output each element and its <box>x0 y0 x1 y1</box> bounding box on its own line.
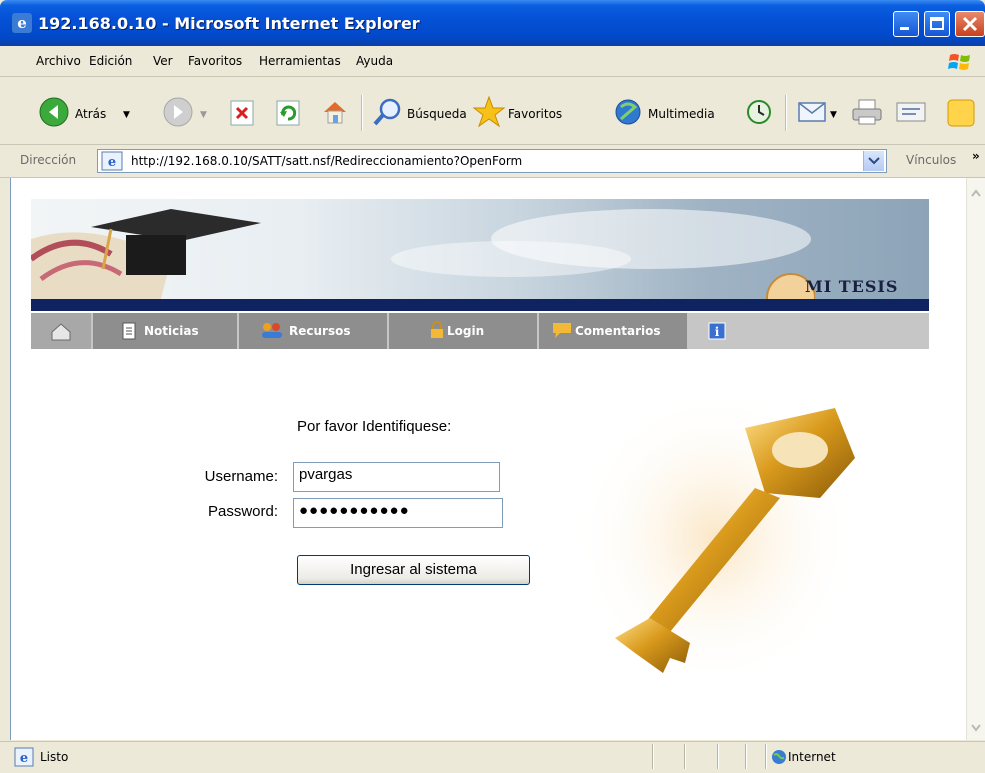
back-arrow-icon[interactable] <box>38 96 70 128</box>
maximize-icon <box>930 17 944 30</box>
address-dropdown-button[interactable] <box>863 151 884 171</box>
banner-divider <box>31 299 929 311</box>
info-icon[interactable]: i <box>708 322 726 340</box>
status-separator <box>745 744 747 769</box>
back-button-label[interactable]: Atrás <box>75 107 106 121</box>
media-button-label[interactable]: Multimedia <box>648 107 715 121</box>
svg-text:e: e <box>108 155 116 170</box>
search-icon[interactable] <box>372 97 404 127</box>
forward-dropdown-icon[interactable]: ▼ <box>200 110 207 120</box>
brand-name: Mi Tesis <box>805 277 899 296</box>
page-status-icon: e <box>14 747 34 767</box>
menu-herramientas[interactable]: Herramientas <box>259 54 341 68</box>
svg-text:i: i <box>715 325 720 339</box>
home-icon[interactable] <box>320 97 350 127</box>
links-chevron-icon[interactable]: » <box>972 149 980 163</box>
login-prompt: Por favor Identifiquese: <box>297 418 452 435</box>
window-title: 192.168.0.10 - Microsoft Internet Explor… <box>38 14 420 33</box>
minimize-button[interactable] <box>893 11 919 37</box>
links-label[interactable]: Vínculos <box>906 153 956 167</box>
maximize-button[interactable] <box>924 11 950 37</box>
status-separator <box>765 744 767 769</box>
search-button-label[interactable]: Búsqueda <box>407 107 467 121</box>
password-field[interactable]: ●●●●●●●●●●● <box>293 498 503 528</box>
minimize-icon <box>900 27 909 30</box>
status-bar <box>0 741 985 773</box>
chevron-down-icon <box>868 157 880 165</box>
security-zone: Internet <box>788 750 836 764</box>
close-button[interactable] <box>955 11 985 37</box>
menu-ayuda[interactable]: Ayuda <box>356 54 393 68</box>
nav-recursos-label[interactable]: Recursos <box>289 324 350 338</box>
menu-bar <box>0 46 985 77</box>
toolbar-separator <box>785 95 787 131</box>
svg-text:e: e <box>20 751 28 766</box>
padlock-icon <box>431 321 443 338</box>
menu-edicion[interactable]: Edición <box>89 54 132 68</box>
menu-ver[interactable]: Ver <box>153 54 173 68</box>
username-field[interactable]: pvargas <box>293 462 500 492</box>
home-icon <box>51 323 71 341</box>
speech-bubble-icon <box>553 323 571 338</box>
document-icon <box>122 322 136 340</box>
menu-archivo[interactable]: Archivo <box>36 54 81 68</box>
favorites-star-icon[interactable] <box>472 95 506 129</box>
history-icon[interactable] <box>744 97 774 127</box>
golden-key-illustration <box>575 388 855 688</box>
nav-noticias-label[interactable]: Noticias <box>144 324 199 338</box>
mail-dropdown-icon[interactable]: ▼ <box>830 110 837 120</box>
nav-login-label[interactable]: Login <box>447 324 484 338</box>
users-icon <box>262 323 282 338</box>
menu-favoritos[interactable]: Favoritos <box>188 54 242 68</box>
print-icon[interactable] <box>850 97 884 127</box>
favorites-button-label[interactable]: Favoritos <box>508 107 562 121</box>
toolbar-separator <box>361 95 363 131</box>
password-label: Password: <box>207 503 278 520</box>
edit-icon[interactable] <box>894 99 928 125</box>
address-label: Dirección <box>20 153 77 167</box>
status-separator <box>652 744 654 769</box>
stop-icon[interactable] <box>229 99 255 127</box>
svg-text:e: e <box>17 14 27 32</box>
refresh-icon[interactable] <box>275 99 301 127</box>
nav-home[interactable] <box>31 313 91 349</box>
status-separator <box>717 744 719 769</box>
media-icon[interactable] <box>613 97 645 127</box>
windows-flag-icon <box>948 54 970 70</box>
back-dropdown-icon[interactable]: ▼ <box>123 110 130 120</box>
forward-arrow-icon[interactable] <box>162 96 194 128</box>
scroll-up-icon[interactable] <box>967 184 985 202</box>
nav-comentarios-label[interactable]: Comentarios <box>575 324 661 338</box>
username-label: Username: <box>204 468 278 485</box>
mail-icon[interactable] <box>797 99 829 125</box>
login-submit-button[interactable]: Ingresar al sistema <box>297 555 530 585</box>
address-url[interactable]: http://192.168.0.10/SATT/satt.nsf/Redire… <box>131 154 522 168</box>
messenger-icon[interactable] <box>946 98 976 128</box>
globe-icon <box>772 750 786 764</box>
status-text: Listo <box>40 750 69 764</box>
close-icon <box>962 16 978 32</box>
vertical-scrollbar[interactable] <box>966 178 985 740</box>
page-icon: e <box>101 151 123 171</box>
status-separator <box>684 744 686 769</box>
scroll-down-icon[interactable] <box>967 718 985 736</box>
ie-logo-icon: e <box>12 13 32 33</box>
